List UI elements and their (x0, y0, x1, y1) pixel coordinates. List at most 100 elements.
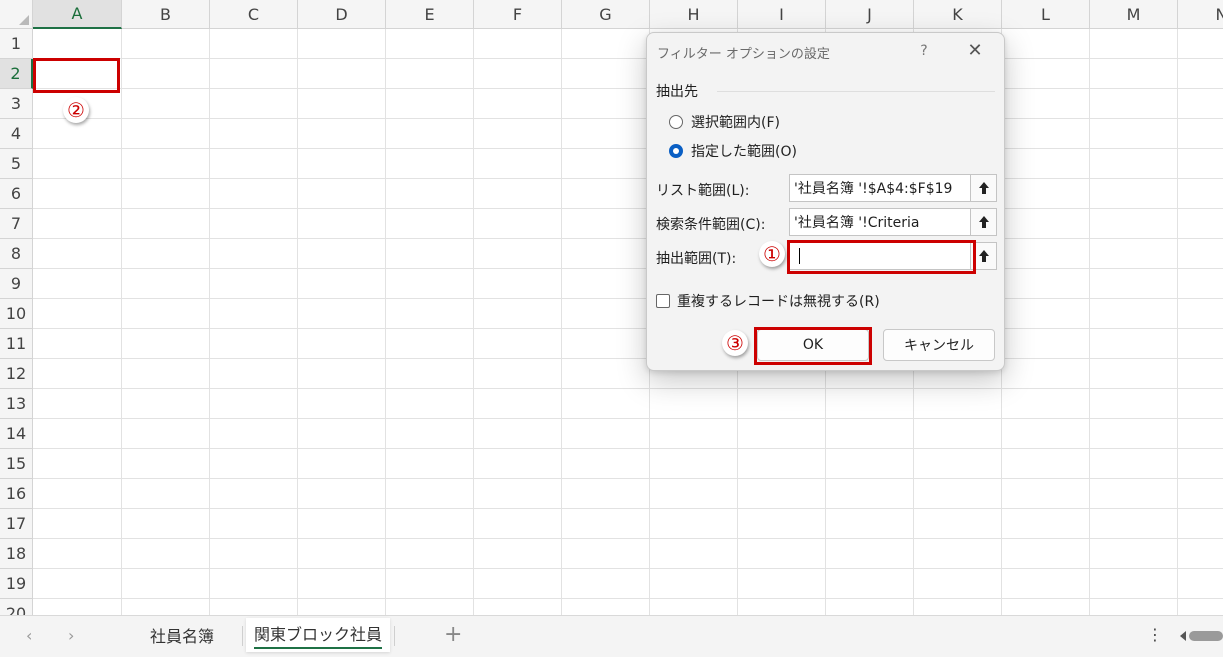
grid-line (33, 118, 1223, 119)
radio-label: 選択範囲内(F) (691, 115, 780, 131)
tab-separator (394, 626, 395, 646)
row-header-16[interactable]: 16 (0, 479, 33, 509)
step-marker-2: ② (63, 97, 89, 123)
row-header-13[interactable]: 13 (0, 389, 33, 419)
collapse-dialog-icon[interactable] (970, 175, 996, 201)
column-header-A[interactable]: A (33, 0, 122, 29)
row-header-15[interactable]: 15 (0, 449, 33, 479)
spreadsheet-grid[interactable]: A B C D E F G H I J K L M N 1 2 3 4 5 6 … (0, 0, 1223, 615)
row-header-7[interactable]: 7 (0, 209, 33, 239)
column-header-B[interactable]: B (122, 0, 210, 29)
row-header-2[interactable]: 2 (0, 59, 33, 89)
select-all-corner[interactable] (0, 0, 33, 29)
grid-line (297, 29, 298, 615)
checkbox-label: 重複するレコードは無視する(R) (677, 294, 880, 310)
grid-line (33, 58, 1223, 59)
row-header-1[interactable]: 1 (0, 29, 33, 59)
ok-highlight (754, 327, 872, 365)
row-header-19[interactable]: 19 (0, 569, 33, 599)
copy-to-highlight (787, 240, 976, 274)
column-header-L[interactable]: L (1002, 0, 1090, 29)
grid-line (1089, 29, 1090, 615)
sheet-tab-bar: ‹ › 社員名簿 関東ブロック社員 + ⋮ (0, 615, 1223, 657)
column-header-F[interactable]: F (474, 0, 562, 29)
grid-line (33, 238, 1223, 239)
checkbox-box[interactable] (656, 294, 670, 308)
unique-records-checkbox[interactable]: 重複するレコードは無視する(R) (656, 291, 880, 311)
column-header-J[interactable]: J (826, 0, 914, 29)
criteria-range-field[interactable]: '社員名簿 '!Criteria (789, 208, 997, 236)
grid-line (33, 418, 1223, 419)
row-header-18[interactable]: 18 (0, 539, 33, 569)
column-header-I[interactable]: I (738, 0, 826, 29)
grid-line (33, 568, 1223, 569)
grid-line (33, 328, 1223, 329)
column-header-C[interactable]: C (210, 0, 298, 29)
column-header-H[interactable]: H (650, 0, 738, 29)
column-header-D[interactable]: D (298, 0, 386, 29)
horizontal-scrollbar[interactable] (1180, 628, 1223, 642)
list-range-input[interactable]: '社員名簿 '!$A$4:$F$19 (790, 178, 970, 198)
row-header-12[interactable]: 12 (0, 359, 33, 389)
grid-line (33, 478, 1223, 479)
previous-sheet-icon[interactable]: ‹ (26, 626, 32, 645)
row-header-11[interactable]: 11 (0, 329, 33, 359)
grid-line (33, 598, 1223, 599)
grid-line (33, 88, 1223, 89)
grid-line (33, 208, 1223, 209)
cancel-button[interactable]: キャンセル (883, 329, 995, 361)
row-header-9[interactable]: 9 (0, 269, 33, 299)
row-header-20[interactable]: 20 (0, 599, 33, 615)
sheet-tab-employees[interactable]: 社員名簿 (128, 618, 236, 652)
next-sheet-icon[interactable]: › (68, 626, 74, 645)
row-header-8[interactable]: 8 (0, 239, 33, 269)
radio-circle-selected[interactable] (669, 144, 683, 158)
grid-line (209, 29, 210, 615)
grid-line (121, 29, 122, 615)
dialog-title: フィルター オプションの設定 (657, 47, 830, 62)
extract-section-label: 抽出先 (656, 84, 698, 100)
grid-line (33, 148, 1223, 149)
section-divider (717, 91, 995, 92)
add-sheet-icon[interactable]: + (444, 622, 462, 647)
column-header-E[interactable]: E (386, 0, 474, 29)
list-range-label: リスト範囲(L): (656, 183, 750, 199)
column-header-M[interactable]: M (1090, 0, 1178, 29)
column-header-G[interactable]: G (562, 0, 650, 29)
close-icon[interactable]: ✕ (961, 39, 989, 63)
copy-to-label: 抽出範囲(T): (656, 251, 737, 267)
row-header-6[interactable]: 6 (0, 179, 33, 209)
column-header-N[interactable]: N (1178, 0, 1223, 29)
grid-line (33, 388, 1223, 389)
collapse-dialog-icon[interactable] (970, 209, 996, 235)
row-header-4[interactable]: 4 (0, 119, 33, 149)
step-marker-1: ① (759, 241, 785, 267)
list-range-field[interactable]: '社員名簿 '!$A$4:$F$19 (789, 174, 997, 202)
row-header-14[interactable]: 14 (0, 419, 33, 449)
sheet-tab-label: 社員名簿 (149, 627, 214, 646)
sheet-tab-label: 関東ブロック社員 (253, 621, 382, 649)
row-header-3[interactable]: 3 (0, 89, 33, 119)
radio-filter-in-place[interactable]: 選択範囲内(F) (669, 112, 780, 132)
grid-line (561, 29, 562, 615)
radio-circle[interactable] (669, 115, 683, 129)
grid-line (33, 508, 1223, 509)
grid-line (33, 178, 1223, 179)
radio-copy-to-range[interactable]: 指定した範囲(O) (669, 141, 797, 161)
row-header-5[interactable]: 5 (0, 149, 33, 179)
grid-line (33, 358, 1223, 359)
criteria-range-label: 検索条件範囲(C): (656, 217, 766, 233)
grid-line (33, 448, 1223, 449)
row-header-10[interactable]: 10 (0, 299, 33, 329)
tab-separator (242, 626, 243, 646)
column-header-K[interactable]: K (914, 0, 1002, 29)
more-options-icon[interactable]: ⋮ (1147, 625, 1163, 644)
grid-line (33, 538, 1223, 539)
grid-line (473, 29, 474, 615)
grid-line (385, 29, 386, 615)
help-icon[interactable]: ? (913, 40, 935, 62)
row-header-17[interactable]: 17 (0, 509, 33, 539)
criteria-range-input[interactable]: '社員名簿 '!Criteria (790, 212, 970, 232)
cell-a2-selected[interactable] (33, 58, 120, 93)
sheet-tab-kanto[interactable]: 関東ブロック社員 (246, 618, 390, 652)
